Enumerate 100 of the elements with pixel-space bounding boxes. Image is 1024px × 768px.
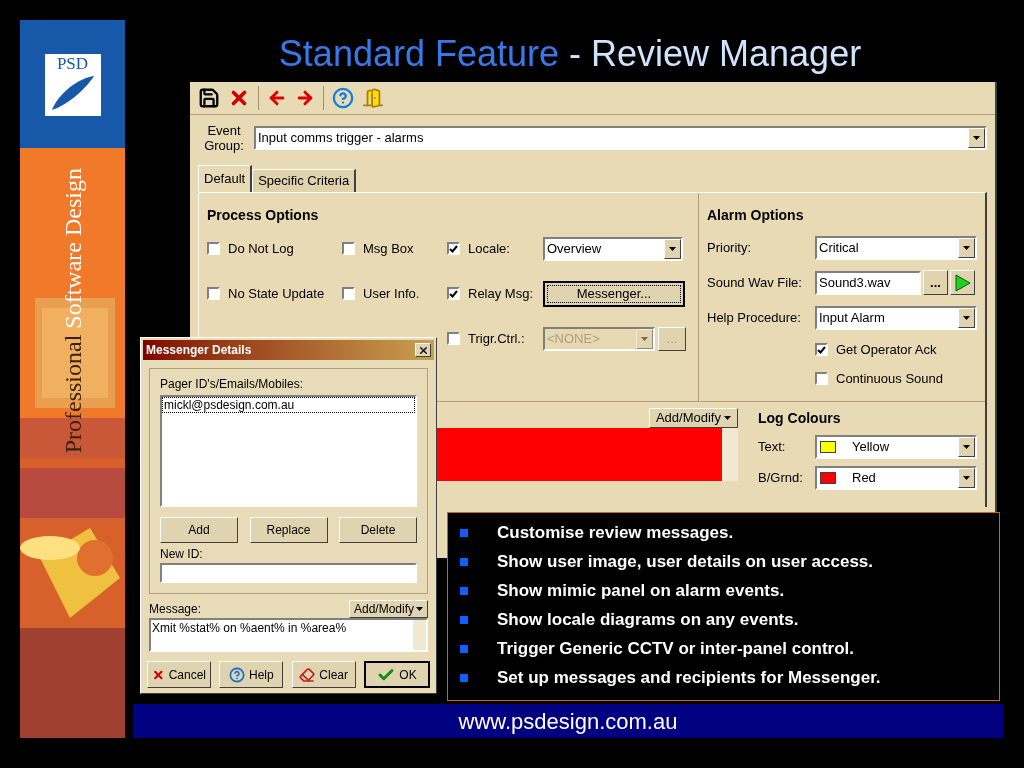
dropdown-value: Overview (546, 239, 603, 258)
checkbox[interactable] (207, 287, 220, 300)
bullet-icon (460, 557, 468, 566)
field-label: Sound Wav File: (707, 273, 803, 292)
check-icon (817, 345, 826, 354)
scrollbar[interactable] (413, 620, 426, 650)
dropdown-value: Input Alarm (818, 308, 886, 327)
feature-text: Trigger Generic CCTV or inter-panel control. (497, 637, 855, 660)
logo-text: PSD (56, 54, 89, 74)
help-icon[interactable] (332, 87, 354, 109)
tagline: Software Design (60, 168, 86, 329)
play-button[interactable] (950, 270, 975, 295)
close-icon (417, 344, 429, 356)
checkbox-label: Do Not Log (228, 239, 294, 258)
sound-file-field[interactable]: Sound3.wav (815, 270, 921, 295)
message-text: Xmit %stat% on %aent% in %area% (151, 620, 348, 637)
checkbox[interactable] (815, 372, 828, 385)
field-label: Text: (758, 437, 787, 456)
section-title: Alarm Options (707, 206, 805, 225)
tagline: Professional (60, 334, 86, 454)
bullet-icon (460, 528, 468, 537)
event-group-dropdown[interactable]: Input comms trigger - alarms (254, 126, 987, 150)
dropdown-value: Red (851, 468, 877, 487)
colour-dropdown[interactable]: Yellow (815, 434, 977, 459)
check-icon (449, 244, 458, 253)
caret-icon (963, 245, 970, 250)
caret-icon (963, 315, 970, 320)
dropdown[interactable]: Critical (815, 235, 977, 260)
event-group-label: Event Group: (203, 123, 245, 153)
browse-button[interactable]: ... (923, 270, 948, 295)
checkbox[interactable] (207, 242, 220, 255)
caret-icon (641, 336, 648, 341)
checkbox[interactable] (447, 287, 460, 300)
list-button[interactable]: Add (160, 517, 238, 543)
field-label: Pager ID's/Emails/Mobiles: (160, 376, 304, 393)
tab[interactable]: Specific Criteria (252, 169, 357, 192)
eraser-icon (299, 666, 316, 683)
feature-text: Show user image, user details on user access. (497, 550, 874, 573)
caret-icon (963, 444, 970, 449)
dropdown[interactable]: Input Alarm (815, 305, 977, 330)
checkbox-label: User Info. (363, 284, 420, 303)
checkbox[interactable] (447, 242, 460, 255)
new-id-field[interactable] (160, 563, 417, 583)
checkbox-label: Relay Msg: (468, 284, 534, 303)
scrollbar[interactable] (722, 428, 738, 481)
dialog-button[interactable]: OK (364, 661, 430, 688)
dropdown-button[interactable] (958, 307, 975, 328)
dialog-title: Messenger Details (146, 342, 252, 359)
dropdown-button[interactable] (958, 237, 975, 258)
caret-icon (963, 475, 970, 480)
dropdown[interactable]: Overview (543, 236, 683, 261)
dropdown-value: Input comms trigger - alarms (257, 129, 425, 147)
dialog-button[interactable]: Help (219, 661, 284, 688)
dropdown-button[interactable] (664, 238, 681, 259)
save-icon[interactable] (198, 87, 220, 109)
messenger-button[interactable]: Messenger... (543, 280, 685, 307)
field-label: B/Grnd: (758, 468, 804, 487)
dialog-button[interactable]: Cancel (147, 661, 211, 688)
section-title: Process Options (207, 206, 320, 225)
checkbox-label: No State Update (228, 284, 325, 303)
dropdown-button[interactable] (958, 467, 975, 488)
checkbox-label: Get Operator Ack (836, 340, 937, 359)
feature-text: Show mimic panel on alarm events. (497, 579, 785, 602)
caret-icon (973, 136, 980, 140)
message-field[interactable]: Xmit %stat% on %aent% in %area% (149, 618, 428, 652)
website-link[interactable]: www.psdesign.com.au (458, 704, 678, 738)
bullet-icon (460, 615, 468, 624)
caret-icon (416, 607, 423, 611)
list-item[interactable]: mickl@psdesign.com.au (162, 397, 415, 413)
dropdown-value: Critical (818, 238, 860, 257)
list-button[interactable]: Delete (339, 517, 417, 543)
feature-text: Customise review messages. (497, 521, 734, 544)
add-modify-button[interactable]: Add/Modify (648, 408, 738, 428)
feature-text: Show locale diagrams on any events. (497, 608, 799, 631)
checkbox[interactable] (342, 287, 355, 300)
checkbox[interactable] (447, 332, 460, 345)
bullet-icon (460, 586, 468, 595)
add-modify-button[interactable]: Add/Modify (348, 600, 428, 618)
slide-title: - Review Manager (569, 32, 862, 76)
dropdown-button[interactable] (958, 436, 975, 457)
field-label: Priority: (707, 238, 753, 257)
checkbox-label: Msg Box (363, 239, 414, 258)
checkbox[interactable] (342, 242, 355, 255)
checkbox-label: Trigr.Ctrl.: (468, 329, 525, 348)
door-icon[interactable] (362, 87, 384, 109)
slide-title: Standard Feature (278, 32, 560, 76)
checkbox-label: Continuous Sound (836, 369, 943, 388)
help-icon (229, 666, 245, 683)
bullet-icon (460, 673, 468, 682)
bullet-icon (460, 644, 468, 653)
checkbox-label: Locale: (468, 239, 510, 258)
dialog-button[interactable]: Clear (291, 661, 356, 688)
checkbox[interactable] (815, 343, 828, 356)
colour-dropdown[interactable]: Red (815, 465, 977, 490)
dropdown-button[interactable] (968, 128, 985, 148)
tab[interactable]: Default (198, 165, 253, 192)
caret-icon (724, 416, 731, 420)
dropdown-value: <NONE> (546, 329, 601, 348)
close-button[interactable] (415, 343, 431, 357)
list-button[interactable]: Replace (249, 517, 328, 543)
